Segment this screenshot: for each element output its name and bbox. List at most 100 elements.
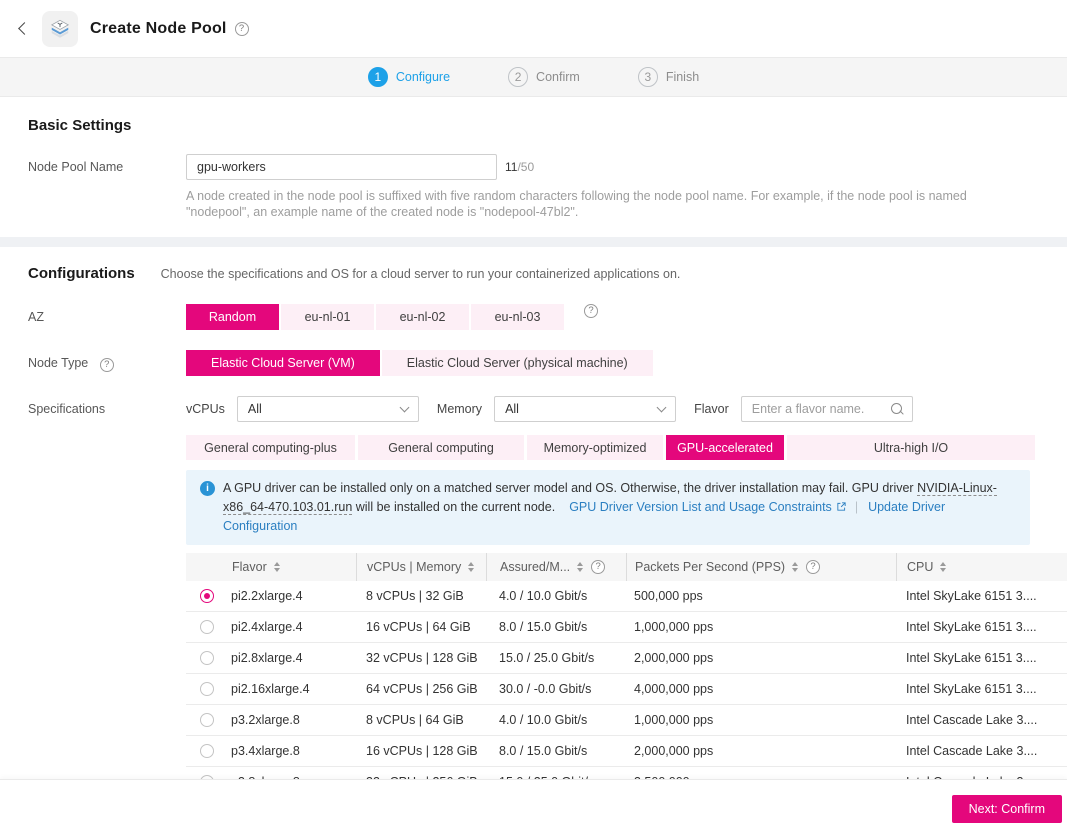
flavor-cell: p3.4xlarge.8 — [186, 744, 356, 758]
cpu-cell: Intel SkyLake 6151 3.... — [896, 620, 1067, 634]
flavor-radio[interactable] — [200, 620, 214, 634]
node-type-options: Elastic Cloud Server (VM)Elastic Cloud S… — [186, 350, 653, 376]
flavor-category-tab[interactable]: Ultra-high I/O — [787, 435, 1035, 460]
vcpus-select[interactable]: All — [237, 396, 419, 422]
flavor-radio[interactable] — [200, 713, 214, 727]
cpu-cell: Intel SkyLake 6151 3.... — [896, 651, 1067, 665]
vcpus-select-value: All — [248, 402, 262, 416]
specifications-label: Specifications — [28, 396, 186, 798]
step-label: Confirm — [536, 70, 580, 84]
flavor-table-header: Flavor vCPUs | Memory Assured/M... ? Pac… — [186, 553, 1067, 581]
cpu-cell: Intel Cascade Lake 3.... — [896, 744, 1067, 758]
chevron-down-icon — [399, 402, 409, 412]
page-header: Create Node Pool ? — [0, 0, 1067, 57]
step-finish: 3 Finish — [638, 67, 699, 87]
flavor-category-tab[interactable]: General computing-plus — [186, 435, 355, 460]
node-type-option-button[interactable]: Elastic Cloud Server (VM) — [186, 350, 380, 376]
external-link-icon — [836, 501, 847, 512]
back-chevron-icon — [18, 22, 31, 35]
node-pool-name-label: Node Pool Name — [28, 154, 186, 220]
assured-bandwidth-cell: 30.0 / -0.0 Gbit/s — [486, 682, 626, 696]
flavor-filters: vCPUs All Memory All Flavor — [186, 396, 1067, 422]
flavor-category-tab[interactable]: GPU-accelerated — [666, 435, 784, 460]
az-option-button[interactable]: eu-nl-02 — [376, 304, 469, 330]
az-options: Randomeu-nl-01eu-nl-02eu-nl-03 — [186, 304, 564, 330]
page-title-help-icon[interactable]: ? — [235, 22, 249, 36]
memory-select-value: All — [505, 402, 519, 416]
flavor-category-tabs: General computing-plusGeneral computingM… — [186, 435, 1067, 460]
wizard-steps: 1 Configure 2 Confirm 3 Finish — [0, 57, 1067, 97]
vcpus-memory-cell: 8 vCPUs | 32 GiB — [356, 589, 486, 603]
pps-cell: 2,000,000 pps — [626, 744, 896, 758]
flavor-radio[interactable] — [200, 682, 214, 696]
flavor-radio[interactable] — [200, 744, 214, 758]
flavor-radio[interactable] — [200, 651, 214, 665]
flavor-cell: pi2.16xlarge.4 — [186, 682, 356, 696]
configurations-section: Configurations Choose the specifications… — [0, 247, 1067, 798]
flavor-row[interactable]: p3.2xlarge.8 8 vCPUs | 64 GiB 4.0 / 10.0… — [186, 705, 1067, 736]
pps-help-icon[interactable]: ? — [806, 560, 820, 574]
assured-bandwidth-cell: 8.0 / 15.0 Gbit/s — [486, 620, 626, 634]
flavor-search-input[interactable] — [752, 402, 890, 416]
flavor-row[interactable]: pi2.8xlarge.4 32 vCPUs | 128 GiB 15.0 / … — [186, 643, 1067, 674]
cpu-cell: Intel Cascade Lake 3.... — [896, 713, 1067, 727]
specifications-content: vCPUs All Memory All Flavor G — [186, 396, 1067, 798]
page-title: Create Node Pool — [90, 20, 227, 38]
flavor-table: Flavor vCPUs | Memory Assured/M... ? Pac… — [186, 553, 1067, 798]
step-label: Finish — [666, 70, 699, 84]
sort-icon[interactable] — [577, 562, 583, 572]
pps-cell: 4,000,000 pps — [626, 682, 896, 696]
cpu-cell: Intel SkyLake 6151 3.... — [896, 589, 1067, 603]
search-icon[interactable] — [890, 402, 904, 416]
gpu-driver-banner: i A GPU driver can be installed only on … — [186, 470, 1030, 545]
step-number: 2 — [508, 67, 528, 87]
memory-select[interactable]: All — [494, 396, 676, 422]
driver-version-list-link[interactable]: GPU Driver Version List and Usage Constr… — [569, 500, 832, 514]
flavor-row[interactable]: pi2.4xlarge.4 16 vCPUs | 64 GiB 8.0 / 15… — [186, 612, 1067, 643]
assured-bandwidth-cell: 15.0 / 25.0 Gbit/s — [486, 651, 626, 665]
column-vcpus-memory: vCPUs | Memory — [356, 553, 486, 581]
next-confirm-button[interactable]: Next: Confirm — [952, 795, 1062, 823]
step-number: 3 — [638, 67, 658, 87]
node-pool-name-field-group: 11/50 A node created in the node pool is… — [186, 154, 1034, 220]
info-icon: i — [200, 481, 215, 496]
basic-settings-title: Basic Settings — [28, 117, 1039, 134]
char-counter: 11/50 — [505, 160, 534, 174]
sort-icon[interactable] — [274, 562, 280, 572]
flavor-search-box — [741, 396, 913, 422]
step-confirm: 2 Confirm — [508, 67, 580, 87]
az-option-button[interactable]: eu-nl-03 — [471, 304, 564, 330]
step-label: Configure — [396, 70, 450, 84]
configurations-title: Configurations — [28, 265, 135, 282]
vcpus-filter-label: vCPUs — [186, 402, 225, 416]
column-flavor: Flavor — [186, 553, 356, 581]
sort-icon[interactable] — [468, 562, 474, 572]
pps-cell: 1,000,000 pps — [626, 620, 896, 634]
back-button[interactable] — [12, 18, 34, 40]
flavor-row[interactable]: pi2.2xlarge.4 8 vCPUs | 32 GiB 4.0 / 10.… — [186, 581, 1067, 612]
node-pool-icon — [42, 11, 78, 47]
flavor-row[interactable]: pi2.16xlarge.4 64 vCPUs | 256 GiB 30.0 /… — [186, 674, 1067, 705]
assured-help-icon[interactable]: ? — [591, 560, 605, 574]
flavor-category-tab[interactable]: Memory-optimized — [527, 435, 663, 460]
az-help-icon[interactable]: ? — [584, 304, 598, 318]
vcpus-memory-cell: 32 vCPUs | 128 GiB — [356, 651, 486, 665]
flavor-radio[interactable] — [200, 589, 214, 603]
sort-icon[interactable] — [940, 562, 946, 572]
az-option-button[interactable]: Random — [186, 304, 279, 330]
node-type-option-button[interactable]: Elastic Cloud Server (physical machine) — [382, 350, 653, 376]
node-type-label: Node Type ? — [28, 350, 186, 376]
vcpus-memory-cell: 8 vCPUs | 64 GiB — [356, 713, 486, 727]
node-type-help-icon[interactable]: ? — [100, 358, 114, 372]
flavor-row[interactable]: p3.4xlarge.8 16 vCPUs | 128 GiB 8.0 / 15… — [186, 736, 1067, 767]
pps-cell: 500,000 pps — [626, 589, 896, 603]
node-pool-name-input[interactable] — [186, 154, 497, 180]
sort-icon[interactable] — [792, 562, 798, 572]
assured-bandwidth-cell: 8.0 / 15.0 Gbit/s — [486, 744, 626, 758]
flavor-category-tab[interactable]: General computing — [358, 435, 524, 460]
memory-filter-label: Memory — [437, 402, 482, 416]
az-option-button[interactable]: eu-nl-01 — [281, 304, 374, 330]
pps-cell: 2,000,000 pps — [626, 651, 896, 665]
chevron-down-icon — [657, 402, 667, 412]
vcpus-memory-cell: 16 vCPUs | 64 GiB — [356, 620, 486, 634]
